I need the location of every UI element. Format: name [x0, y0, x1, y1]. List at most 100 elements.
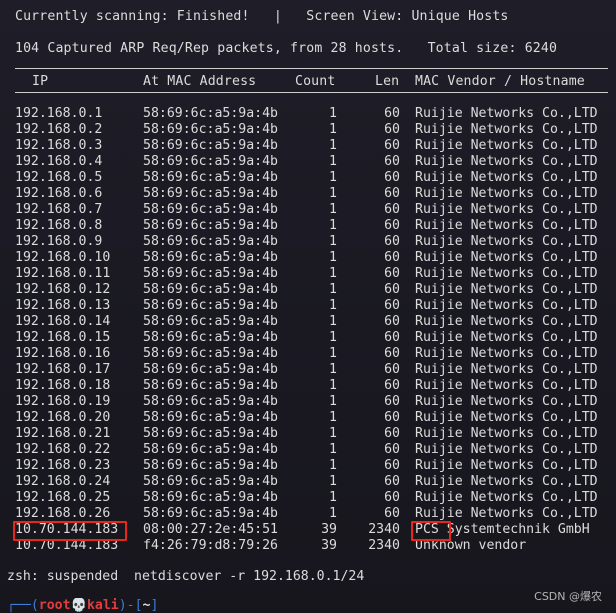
header-bottom-divider: [15, 92, 608, 93]
host-len: 60: [384, 170, 400, 185]
host-count: 1: [329, 218, 337, 233]
shell-prompt[interactable]: ┌──(root💀kali)-[~]: [7, 598, 158, 613]
host-vendor: Ruijie Networks Co.,LTD: [415, 314, 598, 329]
host-mac: 58:69:6c:a5:9a:4b: [143, 122, 278, 137]
host-ip: 10.70.144.183: [15, 538, 119, 553]
host-len: 60: [384, 106, 400, 121]
host-ip: 10.70.144.183: [15, 522, 119, 537]
host-vendor: Ruijie Networks Co.,LTD: [415, 154, 598, 169]
scanning-value: Finished!: [176, 9, 250, 24]
host-mac: 58:69:6c:a5:9a:4b: [143, 458, 278, 473]
capture-summary: 104 Captured ARP Req/Rep packets, from 2…: [15, 41, 404, 56]
scanning-label: Currently scanning:: [15, 9, 169, 24]
host-count: 1: [329, 442, 337, 457]
host-vendor: Ruijie Networks Co.,LTD: [415, 218, 598, 233]
host-ip: 192.168.0.13: [15, 298, 111, 313]
host-len: 60: [384, 458, 400, 473]
prompt-user: root💀kali: [38, 598, 119, 613]
host-vendor: Ruijie Networks Co.,LTD: [415, 202, 598, 217]
host-mac: 58:69:6c:a5:9a:4b: [143, 410, 278, 425]
host-ip: 192.168.0.16: [15, 346, 111, 361]
host-mac: 58:69:6c:a5:9a:4b: [143, 266, 278, 281]
host-count: 1: [329, 266, 337, 281]
total-size-value: 6240: [524, 41, 558, 56]
host-vendor: Ruijie Networks Co.,LTD: [415, 170, 598, 185]
host-len: 60: [384, 218, 400, 233]
host-mac: 58:69:6c:a5:9a:4b: [143, 490, 278, 505]
prompt-frame-mid: )-[: [118, 598, 143, 613]
host-ip: 192.168.0.2: [15, 122, 103, 137]
host-mac: 58:69:6c:a5:9a:4b: [143, 138, 278, 153]
host-vendor: Ruijie Networks Co.,LTD: [415, 266, 598, 281]
host-count: 1: [329, 138, 337, 153]
host-len: 60: [384, 378, 400, 393]
host-vendor: Ruijie Networks Co.,LTD: [415, 394, 598, 409]
host-ip: 192.168.0.17: [15, 362, 111, 377]
host-len: 2340: [368, 538, 400, 553]
host-count: 1: [329, 282, 337, 297]
host-vendor: Ruijie Networks Co.,LTD: [415, 474, 598, 489]
host-len: 2340: [368, 522, 400, 537]
host-count: 39: [321, 522, 337, 537]
host-ip: 192.168.0.15: [15, 330, 111, 345]
host-vendor: Ruijie Networks Co.,LTD: [415, 410, 598, 425]
host-count: 1: [329, 490, 337, 505]
host-mac: 58:69:6c:a5:9a:4b: [143, 202, 278, 217]
host-len: 60: [384, 266, 400, 281]
host-ip: 192.168.0.26: [15, 506, 111, 521]
host-mac: 58:69:6c:a5:9a:4b: [143, 426, 278, 441]
host-len: 60: [384, 426, 400, 441]
host-count: 1: [329, 426, 337, 441]
capture-summary-line: 104 Captured ARP Req/Rep packets, from 2…: [15, 41, 557, 57]
host-ip: 192.168.0.10: [15, 250, 111, 265]
host-len: 60: [384, 138, 400, 153]
host-len: 60: [384, 362, 400, 377]
header-count: Count: [295, 74, 336, 89]
host-ip: 192.168.0.5: [15, 170, 103, 185]
host-len: 60: [384, 122, 400, 137]
host-len: 60: [384, 154, 400, 169]
host-ip: 192.168.0.9: [15, 234, 103, 249]
host-mac: 58:69:6c:a5:9a:4b: [143, 298, 278, 313]
host-vendor: Ruijie Networks Co.,LTD: [415, 138, 598, 153]
host-len: 60: [384, 298, 400, 313]
host-mac: 58:69:6c:a5:9a:4b: [143, 442, 278, 457]
host-len: 60: [384, 346, 400, 361]
host-vendor: PCS Systemtechnik GmbH: [415, 522, 590, 537]
host-count: 1: [329, 506, 337, 521]
host-mac: 58:69:6c:a5:9a:4b: [143, 394, 278, 409]
host-ip: 192.168.0.6: [15, 186, 103, 201]
host-len: 60: [384, 474, 400, 489]
host-vendor: Ruijie Networks Co.,LTD: [415, 282, 598, 297]
host-ip: 192.168.0.19: [15, 394, 111, 409]
host-ip: 192.168.0.12: [15, 282, 111, 297]
host-vendor: Unknown vendor: [415, 538, 527, 553]
host-len: 60: [384, 330, 400, 345]
header-vendor: MAC Vendor / Hostname: [415, 74, 585, 89]
host-vendor: Ruijie Networks Co.,LTD: [415, 378, 598, 393]
host-ip: 192.168.0.24: [15, 474, 111, 489]
host-mac: 58:69:6c:a5:9a:4b: [143, 186, 278, 201]
host-mac: 58:69:6c:a5:9a:4b: [143, 330, 278, 345]
host-len: 60: [384, 186, 400, 201]
host-mac: 58:69:6c:a5:9a:4b: [143, 506, 278, 521]
host-len: 60: [384, 282, 400, 297]
scan-status-line: Currently scanning: Finished! | Screen V…: [15, 9, 509, 25]
status-separator: |: [273, 9, 282, 24]
suspended-message: zsh: suspended netdiscover -r 192.168.0.…: [7, 569, 365, 584]
host-ip: 192.168.0.8: [15, 218, 103, 233]
host-ip: 192.168.0.1: [15, 106, 103, 121]
terminal-window[interactable]: Currently scanning: Finished! | Screen V…: [0, 0, 616, 613]
host-mac: 58:69:6c:a5:9a:4b: [143, 362, 278, 377]
host-vendor: Ruijie Networks Co.,LTD: [415, 458, 598, 473]
host-vendor: Ruijie Networks Co.,LTD: [415, 426, 598, 441]
host-ip: 192.168.0.18: [15, 378, 111, 393]
host-count: 1: [329, 250, 337, 265]
host-len: 60: [384, 442, 400, 457]
host-vendor: Ruijie Networks Co.,LTD: [415, 330, 598, 345]
host-ip: 192.168.0.3: [15, 138, 103, 153]
host-vendor: Ruijie Networks Co.,LTD: [415, 250, 598, 265]
host-len: 60: [384, 490, 400, 505]
host-count: 1: [329, 346, 337, 361]
host-count: 1: [329, 106, 337, 121]
